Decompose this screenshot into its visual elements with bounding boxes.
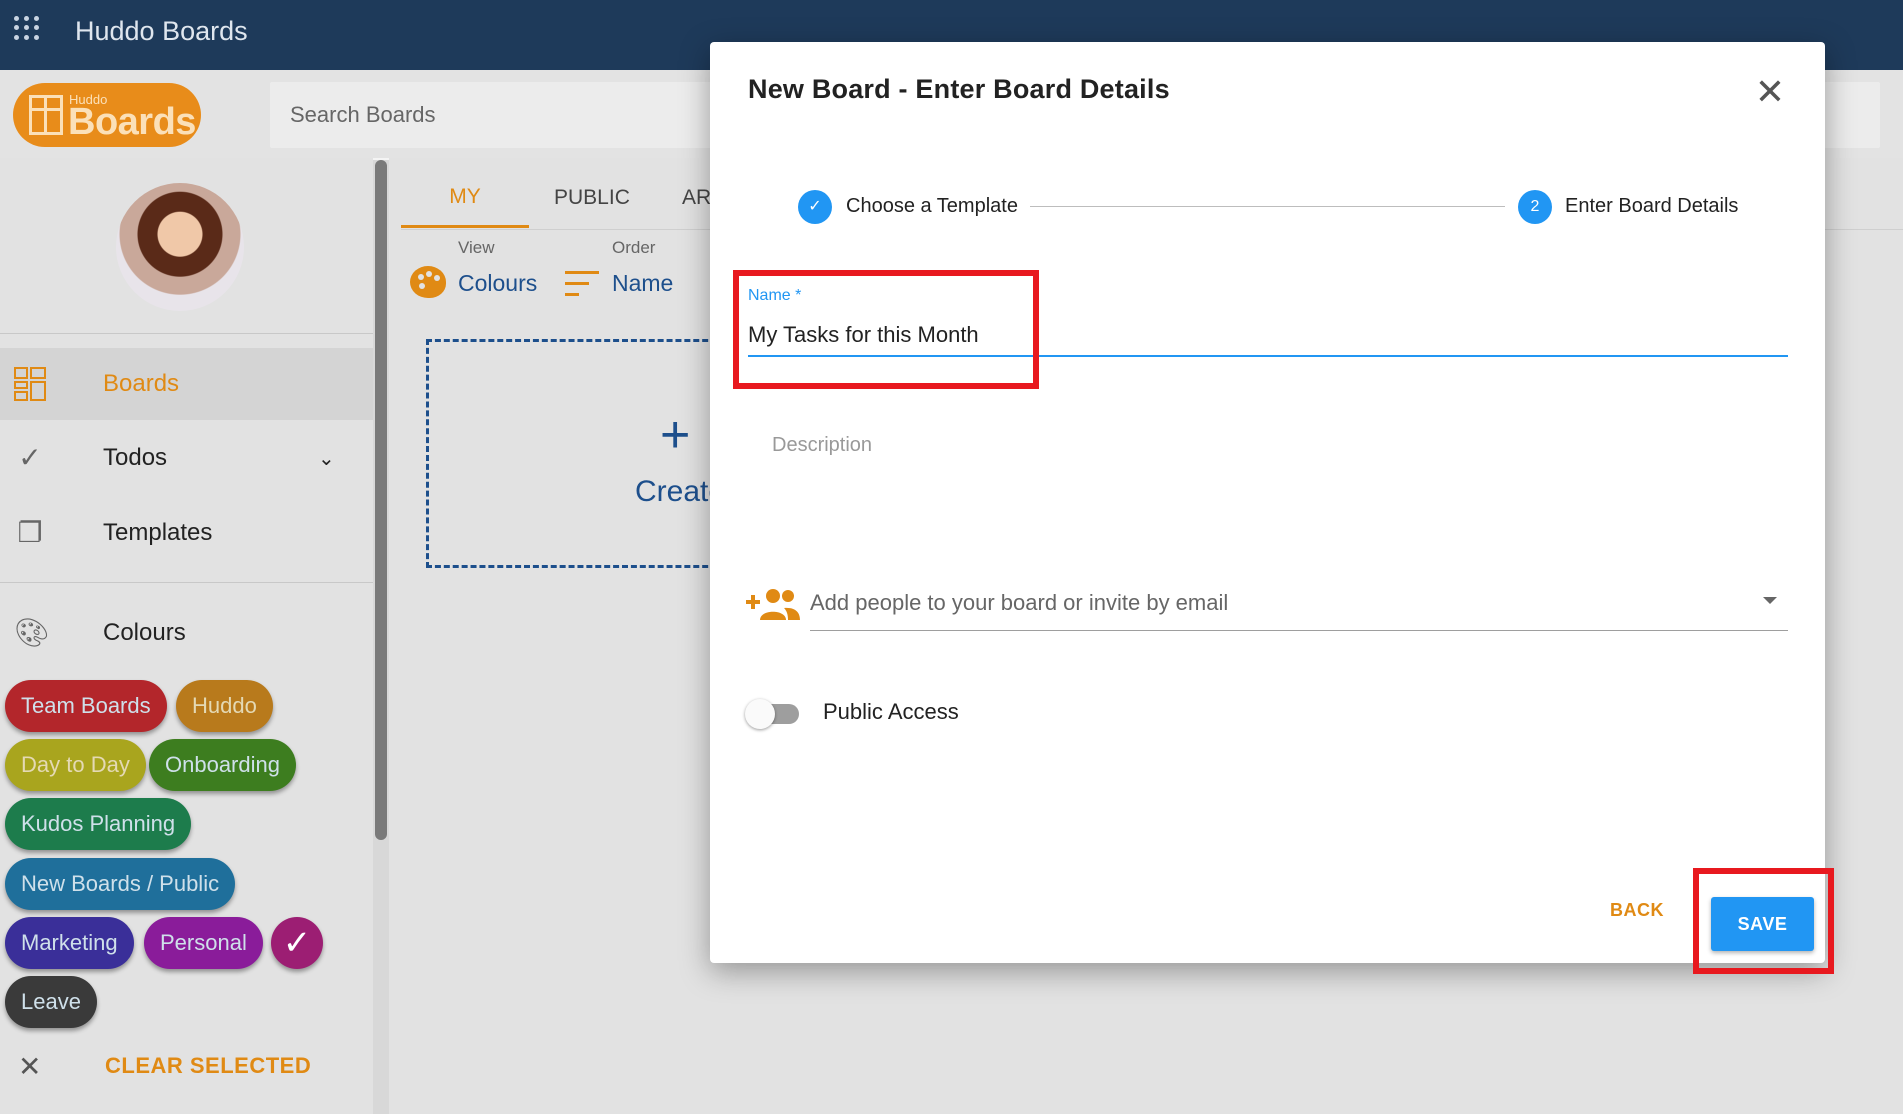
step-label: Enter Board Details	[1565, 195, 1739, 217]
name-field-highlight	[733, 270, 1039, 389]
dropdown-arrow-icon[interactable]	[1763, 597, 1777, 604]
step-number: 2	[1518, 190, 1552, 224]
step-done-check-icon: ✓	[798, 190, 832, 224]
public-access-toggle[interactable]	[745, 697, 801, 729]
toggle-knob	[745, 699, 775, 729]
public-access-label: Public Access	[823, 699, 959, 724]
stepper-connector	[1030, 206, 1505, 207]
save-button-highlight	[1693, 868, 1834, 974]
people-field-underline	[810, 630, 1788, 631]
step-label: Choose a Template	[846, 195, 1018, 217]
dialog-title: New Board - Enter Board Details	[748, 74, 1170, 104]
add-people-icon	[746, 589, 800, 620]
description-field[interactable]	[772, 434, 1772, 554]
new-board-dialog: New Board - Enter Board Details ✕ ✓ Choo…	[710, 42, 1825, 963]
add-people-input[interactable]	[810, 583, 1770, 623]
back-button[interactable]: BACK	[1610, 900, 1664, 921]
close-icon[interactable]: ✕	[1750, 72, 1790, 112]
